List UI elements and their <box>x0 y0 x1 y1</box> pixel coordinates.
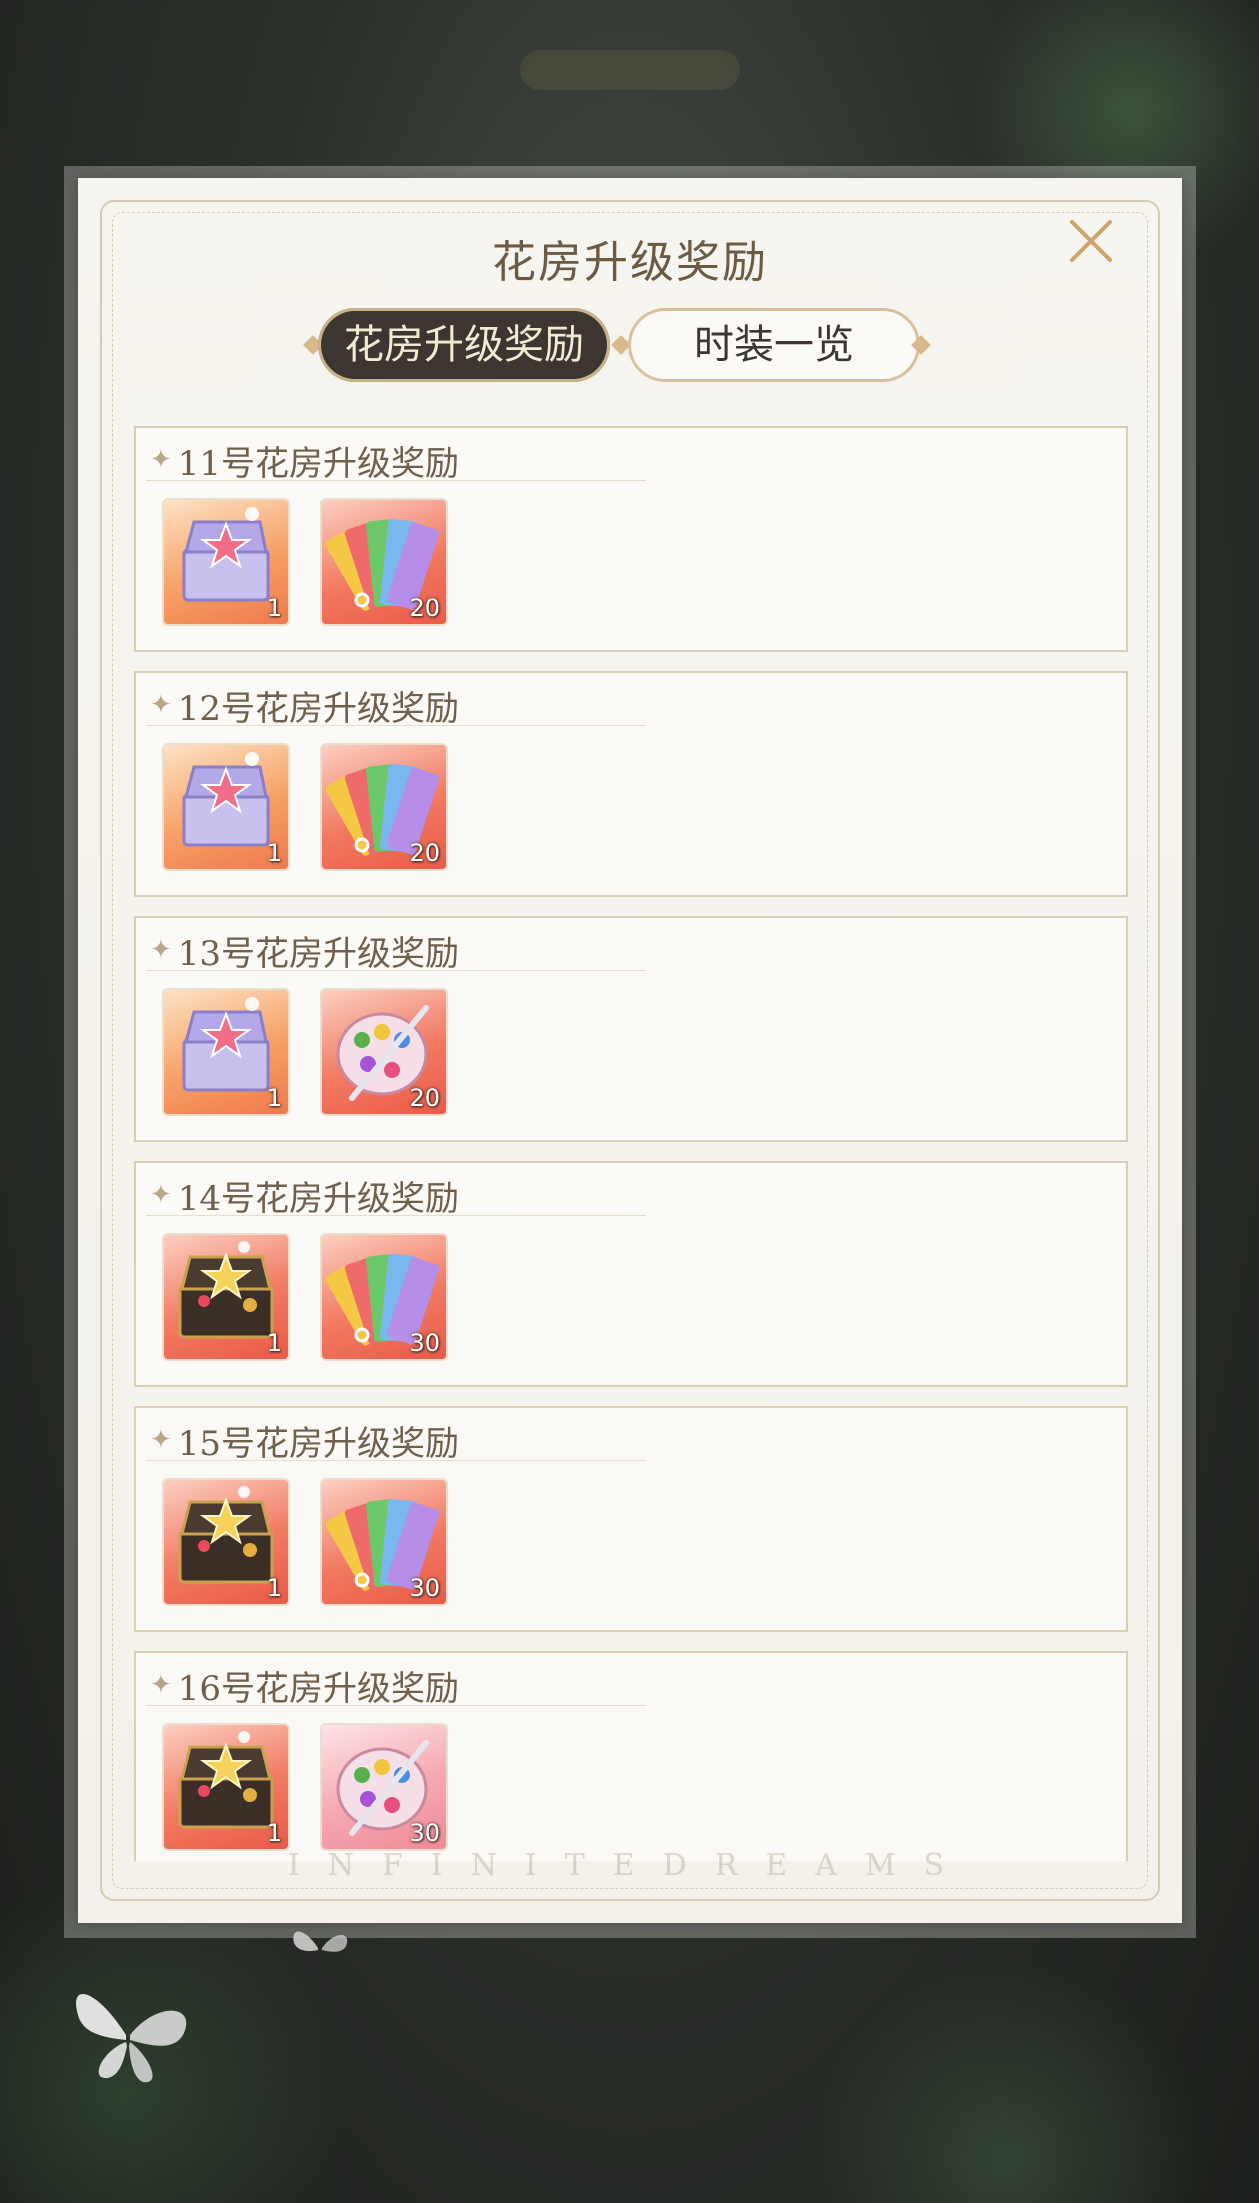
reward-card-title: 15号花房升级奖励 <box>177 1423 460 1464</box>
reward-item[interactable]: 30 <box>322 1480 446 1604</box>
reward-card-header: ✦ 14号花房升级奖励 <box>146 1175 646 1219</box>
background-title-plate <box>520 50 740 90</box>
reward-card-header: ✦ 13号花房升级奖励 <box>146 930 646 974</box>
sparkle-icon: ✦ <box>150 1670 172 1700</box>
reward-card: ✦ 15号花房升级奖励 1 30 <box>134 1406 1128 1632</box>
reward-list[interactable]: ✦ 11号花房升级奖励 1 20 ✦ 12号花房升级奖励 1 20 ✦ 13号花房升级奖励 1 20 ✦… <box>134 426 1130 1861</box>
reward-card-title: 13号花房升级奖励 <box>177 933 460 974</box>
reward-card: ✦ 12号花房升级奖励 1 20 <box>134 671 1128 897</box>
reward-card: ✦ 13号花房升级奖励 1 20 <box>134 916 1128 1142</box>
watermark: INFINITEDREAMS <box>287 1848 973 1883</box>
close-button[interactable] <box>1066 216 1116 266</box>
reward-card: ✦ 14号花房升级奖励 1 30 <box>134 1161 1128 1387</box>
reward-card-title: 12号花房升级奖励 <box>177 688 460 729</box>
reward-card: ✦ 16号花房升级奖励 1 30 <box>134 1651 1128 1861</box>
sparkle-icon: ✦ <box>150 935 172 965</box>
reward-items: 1 20 <box>164 990 446 1114</box>
reward-item[interactable]: 1 <box>164 745 288 869</box>
item-quantity: 20 <box>409 839 440 867</box>
reward-card-title: 16号花房升级奖励 <box>177 1668 460 1709</box>
sparkle-icon: ✦ <box>150 1180 172 1210</box>
item-quantity: 1 <box>266 839 282 867</box>
item-quantity: 1 <box>266 1574 282 1602</box>
reward-items: 1 20 <box>164 745 446 869</box>
reward-card-header: ✦ 16号花房升级奖励 <box>146 1665 646 1709</box>
reward-items: 1 30 <box>164 1480 446 1604</box>
tab-bar: 花房升级奖励 时装一览 <box>78 308 1182 386</box>
item-quantity: 1 <box>266 1819 282 1847</box>
close-icon <box>1070 220 1112 262</box>
reward-card: ✦ 11号花房升级奖励 1 20 <box>134 426 1128 652</box>
reward-item[interactable]: 20 <box>322 990 446 1114</box>
reward-item[interactable]: 1 <box>164 1480 288 1604</box>
item-quantity: 30 <box>409 1819 440 1847</box>
item-quantity: 1 <box>266 1329 282 1357</box>
item-quantity: 1 <box>266 594 282 622</box>
reward-card-header: ✦ 15号花房升级奖励 <box>146 1420 646 1464</box>
reward-item[interactable]: 20 <box>322 745 446 869</box>
reward-item[interactable]: 30 <box>322 1725 446 1849</box>
item-quantity: 30 <box>409 1329 440 1357</box>
item-quantity: 1 <box>266 1084 282 1112</box>
reward-dialog: 花房升级奖励 花房升级奖励 时装一览 ✦ 11号花房升级奖励 1 20 ✦ 12号花房升级… <box>78 178 1182 1923</box>
butterfly-icon <box>76 1993 187 2083</box>
reward-items: 1 20 <box>164 500 446 624</box>
reward-items: 1 30 <box>164 1725 446 1849</box>
sparkle-icon: ✦ <box>150 690 172 720</box>
sparkle-icon: ✦ <box>150 445 172 475</box>
tab-outfit-overview[interactable]: 时装一览 <box>628 308 920 382</box>
reward-card-title: 14号花房升级奖励 <box>177 1178 460 1219</box>
reward-card-header: ✦ 11号花房升级奖励 <box>146 440 646 484</box>
item-quantity: 30 <box>409 1574 440 1602</box>
reward-item[interactable]: 1 <box>164 1235 288 1359</box>
sparkle-icon: ✦ <box>150 1425 172 1455</box>
item-quantity: 20 <box>409 594 440 622</box>
tab-upgrade-rewards[interactable]: 花房升级奖励 <box>318 308 610 382</box>
reward-item[interactable]: 1 <box>164 990 288 1114</box>
reward-items: 1 30 <box>164 1235 446 1359</box>
reward-item[interactable]: 1 <box>164 1725 288 1849</box>
reward-item[interactable]: 1 <box>164 500 288 624</box>
dialog-title: 花房升级奖励 <box>492 237 768 288</box>
item-quantity: 20 <box>409 1084 440 1112</box>
reward-card-header: ✦ 12号花房升级奖励 <box>146 685 646 729</box>
reward-item[interactable]: 30 <box>322 1235 446 1359</box>
reward-item[interactable]: 20 <box>322 500 446 624</box>
reward-card-title: 11号花房升级奖励 <box>177 443 460 484</box>
